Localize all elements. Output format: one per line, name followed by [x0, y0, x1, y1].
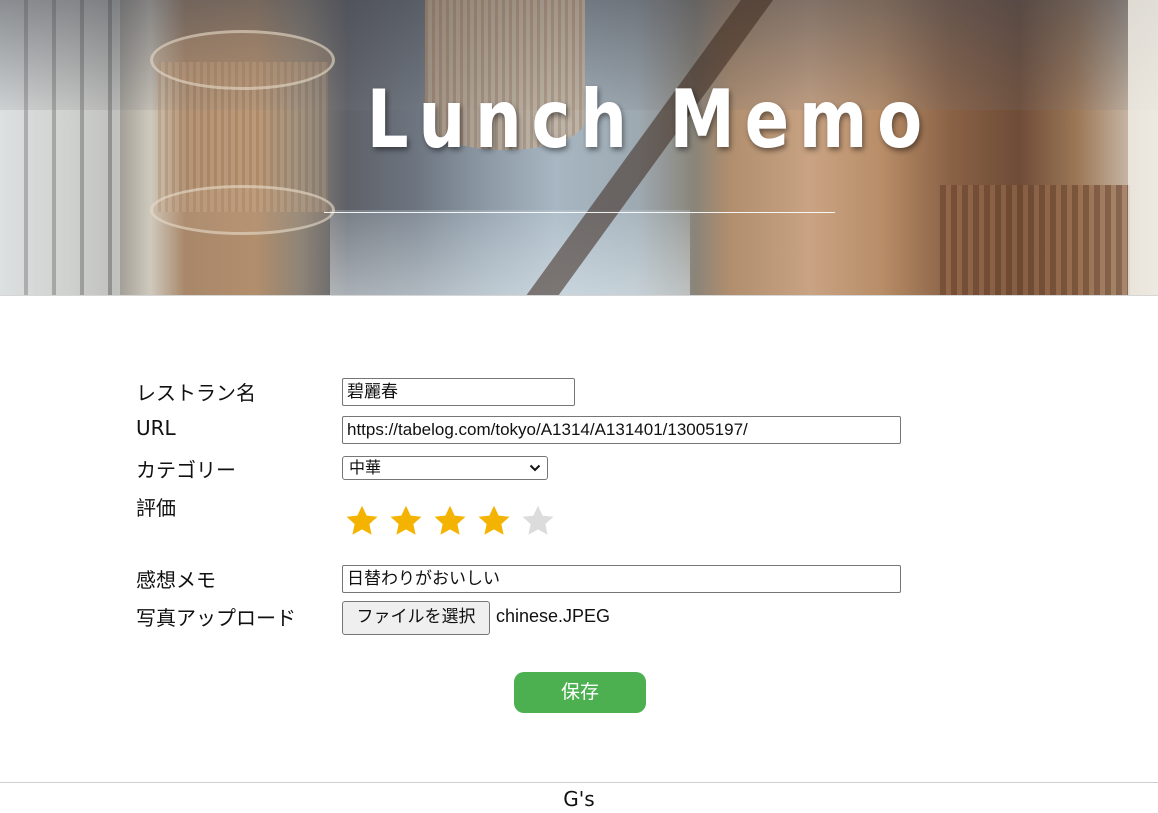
category-select[interactable]: 中華	[342, 456, 548, 480]
memo-input[interactable]: 日替わりがおいしい	[342, 565, 901, 593]
hero-banner: Lunch Memo	[0, 0, 1158, 296]
selected-file-name: chinese.JPEG	[496, 606, 611, 626]
star-filled-icon[interactable]	[432, 503, 468, 539]
star-empty-icon[interactable]	[520, 503, 556, 539]
hero-pillar	[1128, 0, 1158, 295]
footer-divider	[0, 782, 1158, 783]
footer-text: G's	[563, 787, 595, 811]
hero-lamp-top-ring	[150, 30, 335, 90]
hero-lamp-bottom-ring	[150, 185, 335, 235]
url-input[interactable]: https://tabelog.com/tokyo/A1314/A131401/…	[342, 416, 901, 444]
star-filled-icon[interactable]	[388, 503, 424, 539]
save-button[interactable]: 保存	[514, 672, 646, 713]
choose-file-button[interactable]: ファイルを選択	[342, 601, 490, 635]
star-filled-icon[interactable]	[476, 503, 512, 539]
photo-upload-label: 写真アップロード	[136, 606, 296, 630]
chevron-down-icon	[529, 464, 541, 472]
memo-label: 感想メモ	[136, 568, 216, 592]
url-label: URL	[136, 416, 176, 440]
rating-stars[interactable]	[344, 503, 556, 543]
title-divider	[324, 212, 835, 213]
category-selected-value: 中華	[349, 458, 382, 477]
page-title: Lunch Memo	[366, 73, 933, 166]
rating-label: 評価	[136, 496, 176, 520]
restaurant-name-input[interactable]: 碧麗春	[342, 378, 575, 406]
category-label: カテゴリー	[136, 458, 236, 482]
star-filled-icon[interactable]	[344, 503, 380, 539]
hero-floor	[330, 210, 690, 295]
hero-wood-wall	[940, 185, 1130, 295]
restaurant-name-label: レストラン名	[136, 381, 256, 405]
